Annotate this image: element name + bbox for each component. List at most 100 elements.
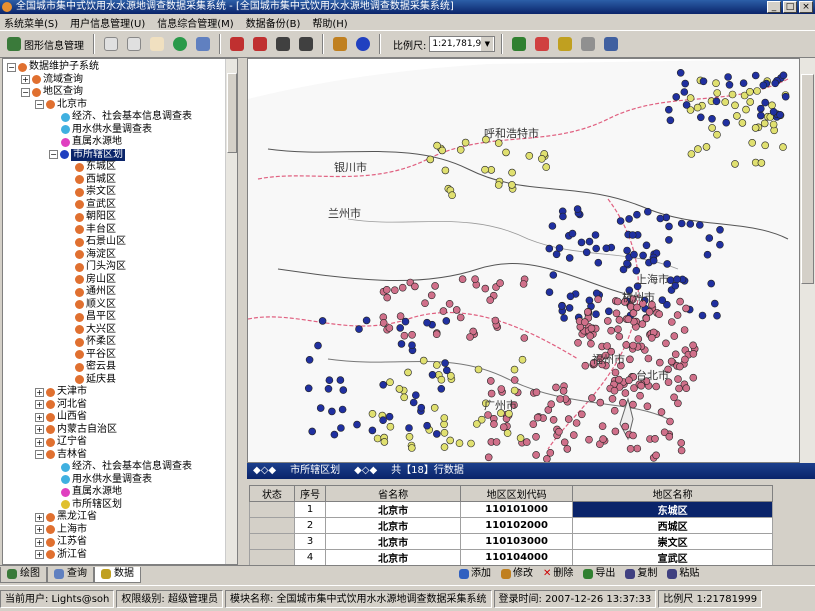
water-source-dot[interactable] (633, 444, 642, 453)
water-source-dot[interactable] (353, 420, 361, 429)
water-source-dot[interactable] (677, 439, 686, 447)
water-source-dot[interactable] (611, 427, 620, 436)
water-source-dot[interactable] (559, 387, 568, 395)
water-source-dot[interactable] (703, 250, 712, 259)
water-source-dot[interactable] (398, 283, 407, 292)
water-source-dot[interactable] (581, 361, 590, 370)
water-source-dot[interactable] (596, 398, 605, 407)
water-source-dot[interactable] (599, 435, 607, 443)
grid-cell[interactable]: 4 (293, 549, 327, 566)
water-source-dot[interactable] (474, 365, 483, 374)
table-row[interactable]: 4 北京市 110104000 宣武区 (249, 549, 773, 566)
water-source-dot[interactable] (383, 293, 391, 302)
water-source-dot[interactable] (677, 446, 686, 455)
water-source-dot[interactable] (408, 330, 416, 339)
menu-system[interactable]: 系统菜单(S) (4, 15, 58, 30)
water-source-dot[interactable] (655, 358, 664, 367)
water-source-dot[interactable] (615, 375, 623, 384)
water-source-dot[interactable] (441, 359, 449, 367)
water-source-dot[interactable] (615, 316, 624, 324)
water-source-dot[interactable] (362, 316, 371, 325)
water-source-dot[interactable] (510, 365, 519, 374)
water-source-dot[interactable] (318, 317, 327, 325)
water-source-dot[interactable] (558, 302, 566, 310)
water-source-dot[interactable] (656, 214, 665, 223)
water-source-dot[interactable] (623, 246, 631, 255)
tree-province-item[interactable]: + 内蒙古自治区 (35, 424, 117, 437)
water-source-dot[interactable] (497, 385, 506, 393)
water-source-dot[interactable] (677, 219, 686, 228)
map-scrollbar[interactable] (800, 58, 815, 463)
scale-select[interactable]: 1:21,781,999 (429, 36, 496, 52)
water-source-dot[interactable] (433, 361, 441, 369)
tree-district-item[interactable]: 门头沟区 (75, 261, 126, 274)
water-source-dot[interactable] (525, 152, 534, 160)
water-source-dot[interactable] (658, 296, 667, 304)
water-source-dot[interactable] (642, 314, 651, 323)
water-source-dot[interactable] (395, 385, 404, 393)
water-source-dot[interactable] (769, 107, 778, 116)
water-source-dot[interactable] (751, 71, 760, 80)
water-source-dot[interactable] (664, 105, 673, 114)
export-data-button[interactable]: 导出 (580, 566, 618, 582)
water-source-dot[interactable] (610, 406, 619, 415)
water-source-dot[interactable] (616, 217, 625, 225)
tree-district-item[interactable]: 顺义区 (75, 299, 116, 312)
water-source-dot[interactable] (448, 191, 456, 199)
water-source-dot[interactable] (379, 380, 387, 389)
water-source-dot[interactable] (671, 281, 680, 290)
expand-icon[interactable]: + (35, 412, 44, 422)
water-source-dot[interactable] (546, 448, 555, 457)
water-source-dot[interactable] (716, 226, 724, 234)
grid-cell[interactable]: 1 (293, 501, 327, 518)
zoom-out-button[interactable] (124, 34, 144, 54)
table-row[interactable]: 3 北京市 110103000 崇文区 (249, 533, 773, 550)
water-source-dot[interactable] (324, 384, 333, 393)
water-source-dot[interactable] (629, 400, 637, 409)
water-source-dot[interactable] (705, 234, 714, 242)
grid-cell[interactable]: 110103000 (459, 533, 574, 550)
water-source-dot[interactable] (537, 155, 546, 163)
tree-province-item[interactable]: + 山西省 (35, 411, 87, 424)
water-source-dot[interactable] (569, 431, 578, 439)
water-source-dot[interactable] (559, 212, 567, 221)
water-source-dot[interactable] (662, 339, 670, 348)
water-source-dot[interactable] (338, 405, 347, 414)
water-source-dot[interactable] (456, 146, 465, 154)
water-source-dot[interactable] (566, 292, 575, 301)
water-source-dot[interactable] (417, 403, 426, 412)
water-source-dot[interactable] (316, 404, 325, 412)
water-source-dot[interactable] (490, 420, 498, 428)
water-source-dot[interactable] (710, 299, 719, 308)
water-source-dot[interactable] (681, 355, 689, 364)
water-source-dot[interactable] (725, 80, 734, 89)
water-source-dot[interactable] (426, 155, 435, 164)
water-source-dot[interactable] (708, 124, 716, 132)
water-source-dot[interactable] (592, 244, 601, 253)
grid-cell[interactable] (249, 517, 295, 534)
water-source-dot[interactable] (761, 98, 770, 107)
tab-query[interactable]: 查询 (47, 566, 94, 583)
water-source-dot[interactable] (373, 434, 382, 443)
grid-col-header[interactable]: 省名称 (325, 485, 461, 502)
collapse-icon[interactable]: − (49, 150, 58, 160)
info-button[interactable] (353, 34, 373, 54)
water-source-dot[interactable] (458, 275, 467, 283)
water-source-dot[interactable] (702, 143, 711, 151)
water-source-dot[interactable] (427, 291, 436, 300)
paste-button[interactable]: 粘贴 (664, 566, 702, 582)
water-source-dot[interactable] (568, 229, 577, 238)
collapse-icon[interactable]: − (35, 450, 44, 460)
water-source-dot[interactable] (583, 308, 592, 316)
water-source-dot[interactable] (613, 297, 622, 306)
water-source-dot[interactable] (532, 451, 540, 459)
water-source-dot[interactable] (339, 386, 348, 394)
expand-icon[interactable]: + (35, 537, 44, 547)
water-source-dot[interactable] (587, 324, 596, 333)
water-source-dot[interactable] (673, 275, 681, 284)
water-source-dot[interactable] (532, 432, 540, 441)
water-source-dot[interactable] (728, 90, 737, 99)
tab-data[interactable]: 数据 (94, 566, 141, 583)
water-source-dot[interactable] (633, 210, 641, 219)
water-source-dot[interactable] (433, 141, 441, 150)
